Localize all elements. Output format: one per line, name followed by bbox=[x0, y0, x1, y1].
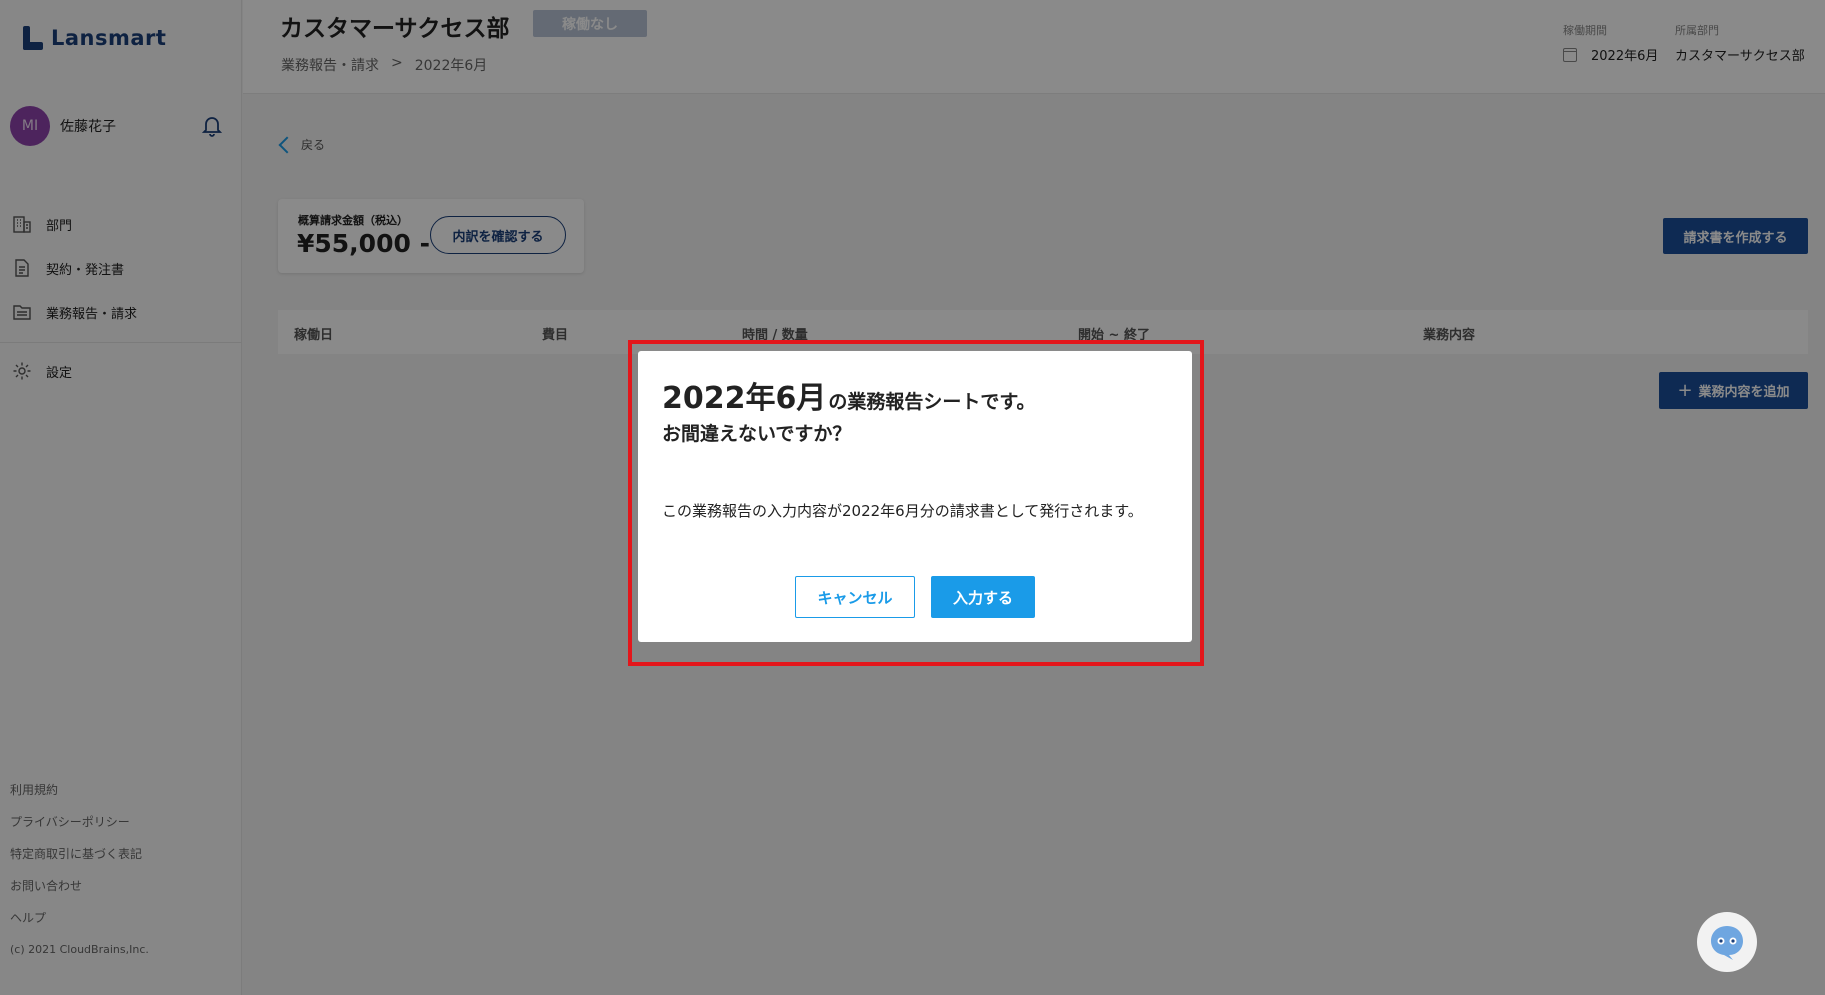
dialog-month: 2022年6月 bbox=[662, 381, 827, 416]
cancel-button[interactable]: キャンセル bbox=[795, 576, 915, 618]
confirm-dialog: 2022年6月 の業務報告シートです。 お間違えないですか？ この業務報告の入力… bbox=[638, 351, 1192, 642]
dialog-title: 2022年6月 の業務報告シートです。 bbox=[662, 373, 1035, 417]
chatbot-button[interactable] bbox=[1697, 912, 1757, 972]
confirm-button[interactable]: 入力する bbox=[931, 576, 1035, 618]
dialog-subtitle: お間違えないですか？ bbox=[662, 423, 852, 445]
dialog-title-rest: の業務報告シートです。 bbox=[828, 391, 1036, 413]
chatbot-icon bbox=[1711, 926, 1743, 960]
dialog-body: この業務報告の入力内容が2022年6月分の請求書として発行されます。 bbox=[662, 502, 1143, 520]
